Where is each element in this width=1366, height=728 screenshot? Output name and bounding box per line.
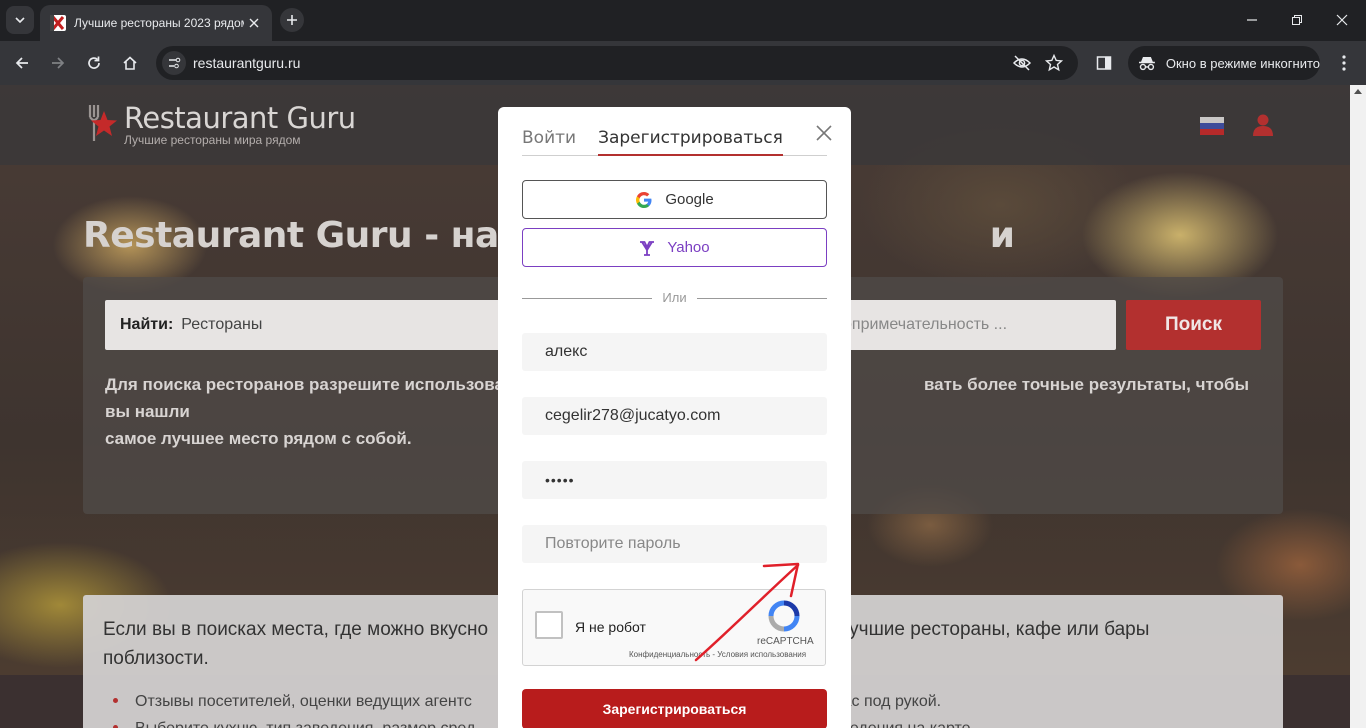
browser-toolbar: restaurantguru.ru Окно в режиме инкогнит… <box>0 41 1366 85</box>
tab-login[interactable]: Войти <box>522 128 576 156</box>
name-field[interactable]: алекс <box>522 333 827 371</box>
minimize-icon <box>1247 19 1257 21</box>
incognito-icon <box>1138 57 1155 71</box>
side-panel-button[interactable] <box>1090 49 1118 77</box>
restaurant-guru-favicon-icon <box>50 15 66 31</box>
register-submit-button[interactable]: Зарегистрироваться <box>522 689 827 728</box>
search-value: Рестораны <box>181 316 263 333</box>
reload-icon <box>88 56 100 69</box>
page-scrollbar[interactable] <box>1350 85 1366 728</box>
close-tab-icon[interactable] <box>246 15 262 31</box>
side-panel-icon <box>1096 56 1112 70</box>
address-bar[interactable]: restaurantguru.ru <box>156 46 1078 80</box>
annotation-arrow-icon <box>694 562 800 662</box>
minimize-button[interactable] <box>1240 8 1264 32</box>
search-button[interactable]: Поиск <box>1126 300 1261 350</box>
incognito-indicator[interactable]: Окно в режиме инкогнито <box>1128 46 1320 80</box>
browser-menu-button[interactable] <box>1330 49 1358 77</box>
google-label: Google <box>665 191 714 208</box>
google-logo-icon <box>636 191 652 208</box>
restore-button[interactable] <box>1285 8 1309 32</box>
arrow-right-icon <box>52 57 65 69</box>
browser-tab[interactable]: Лучшие рестораны 2023 рядом <box>40 5 272 41</box>
search-label: Найти: <box>120 316 174 333</box>
arrow-left-icon <box>15 57 28 69</box>
email-field[interactable]: cegelir278@jucatyo.com <box>522 397 827 435</box>
user-account-icon[interactable] <box>1250 113 1276 137</box>
password-field[interactable]: ••••• <box>522 461 827 499</box>
tab-register[interactable]: Зарегистрироваться <box>598 128 783 156</box>
browser-tab-bar: Лучшие рестораны 2023 рядом <box>0 0 1366 41</box>
tab-search-button[interactable] <box>6 6 34 34</box>
site-info-icon[interactable] <box>162 51 186 75</box>
home-button[interactable] <box>116 49 144 77</box>
logo-title: Restaurant Guru <box>124 101 356 135</box>
plus-icon <box>287 15 297 25</box>
close-icon <box>1336 14 1348 26</box>
logo-fork-star-icon <box>82 103 122 145</box>
or-divider: Или <box>522 289 827 307</box>
recaptcha-label: Я не робот <box>575 619 646 635</box>
incognito-label: Окно в режиме инкогнито <box>1165 55 1320 71</box>
scroll-up-arrow-icon[interactable] <box>1354 89 1362 94</box>
yahoo-signin-button[interactable]: Yahoo <box>522 228 827 267</box>
home-icon <box>123 56 137 70</box>
google-signin-button[interactable]: Google <box>522 180 827 219</box>
location-placeholder: опримечательность ... <box>843 316 1008 333</box>
yahoo-label: Yahoo <box>667 239 710 256</box>
forward-button[interactable] <box>44 49 72 77</box>
back-button[interactable] <box>8 49 36 77</box>
chevron-down-icon <box>15 17 25 23</box>
close-modal-icon[interactable] <box>814 123 834 143</box>
reload-button[interactable] <box>80 49 108 77</box>
tracking-protection-eye-off-icon[interactable] <box>1012 54 1032 77</box>
yahoo-logo-icon <box>640 240 655 256</box>
more-vertical-icon <box>1342 55 1346 71</box>
bookmark-star-icon[interactable] <box>1044 53 1064 77</box>
recaptcha-checkbox[interactable] <box>535 611 563 639</box>
new-tab-button[interactable] <box>280 8 304 32</box>
auth-tabs: Войти Зарегистрироваться <box>522 128 827 156</box>
url-text: restaurantguru.ru <box>193 55 301 71</box>
language-flag-russia-icon[interactable] <box>1200 117 1224 135</box>
logo-subtitle: Лучшие рестораны мира рядом <box>124 133 301 147</box>
restore-icon <box>1292 15 1302 25</box>
web-page: Restaurant Guru Лучшие рестораны мира ря… <box>0 85 1350 728</box>
close-window-button[interactable] <box>1330 8 1354 32</box>
site-logo[interactable]: Restaurant Guru Лучшие рестораны мира ря… <box>82 103 356 147</box>
tab-title: Лучшие рестораны 2023 рядом <box>74 16 244 30</box>
location-input[interactable]: опримечательность ... <box>823 300 1116 350</box>
search-input[interactable]: Найти: Рестораны <box>105 300 535 350</box>
